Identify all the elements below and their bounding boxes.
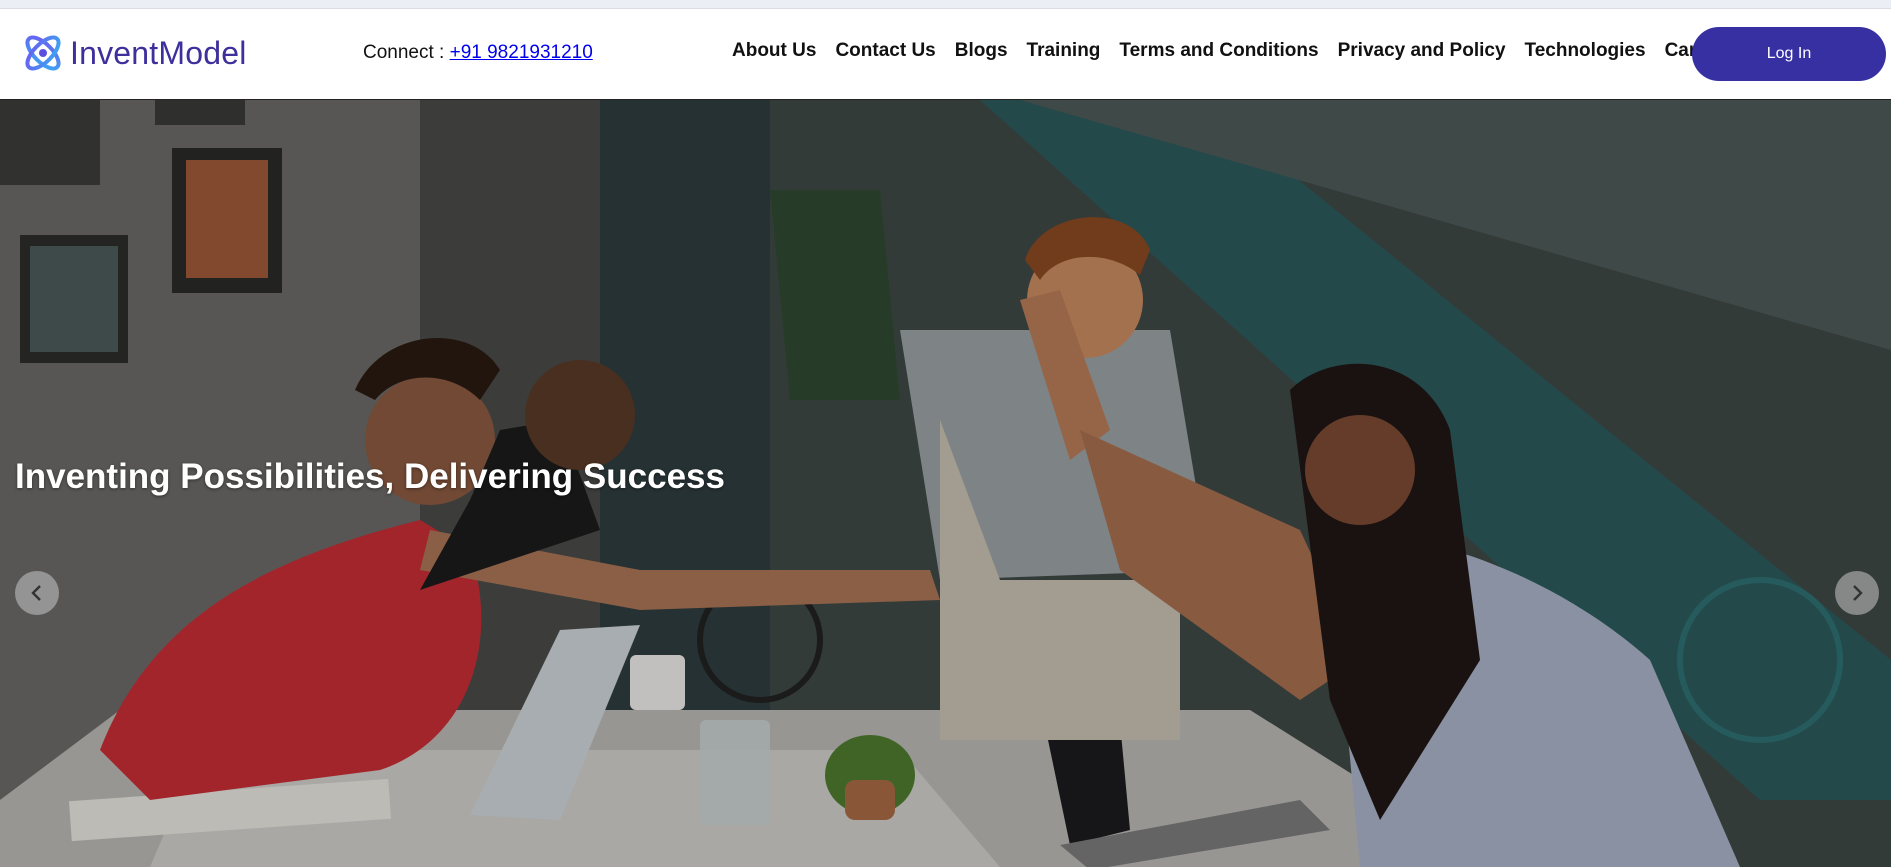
nav-blogs[interactable]: Blogs <box>955 40 1008 62</box>
nav-about-us[interactable]: About Us <box>732 40 816 62</box>
browser-top-strip <box>0 0 1891 9</box>
connect-label: Connect : <box>363 42 450 63</box>
nav-contact-us[interactable]: Contact Us <box>835 40 935 62</box>
nav-terms-and-conditions[interactable]: Terms and Conditions <box>1119 40 1318 62</box>
nav-privacy-and-policy[interactable]: Privacy and Policy <box>1338 40 1506 62</box>
carousel-prev-button[interactable] <box>15 571 59 615</box>
phone-link[interactable]: +91 9821931210 <box>450 42 593 63</box>
chevron-left-icon <box>31 585 41 601</box>
hero-carousel: Inventing Possibilities, Delivering Succ… <box>0 100 1891 867</box>
connect-info: Connect : +91 9821931210 <box>363 42 593 64</box>
atom-logo-icon <box>25 35 61 71</box>
carousel-next-button[interactable] <box>1835 571 1879 615</box>
brand-logo[interactable]: InventModel <box>20 26 247 80</box>
hero-title: Inventing Possibilities, Delivering Succ… <box>15 457 725 496</box>
site-header: InventModel Connect : +91 9821931210 Abo… <box>0 9 1891 100</box>
brand-name: InventModel <box>70 34 247 71</box>
login-button[interactable]: Log In <box>1692 27 1886 81</box>
nav-training[interactable]: Training <box>1027 40 1101 62</box>
chevron-right-icon <box>1853 585 1863 601</box>
main-nav: About Us Contact Us Blogs Training Terms… <box>732 40 1725 62</box>
nav-technologies[interactable]: Technologies <box>1525 40 1646 62</box>
